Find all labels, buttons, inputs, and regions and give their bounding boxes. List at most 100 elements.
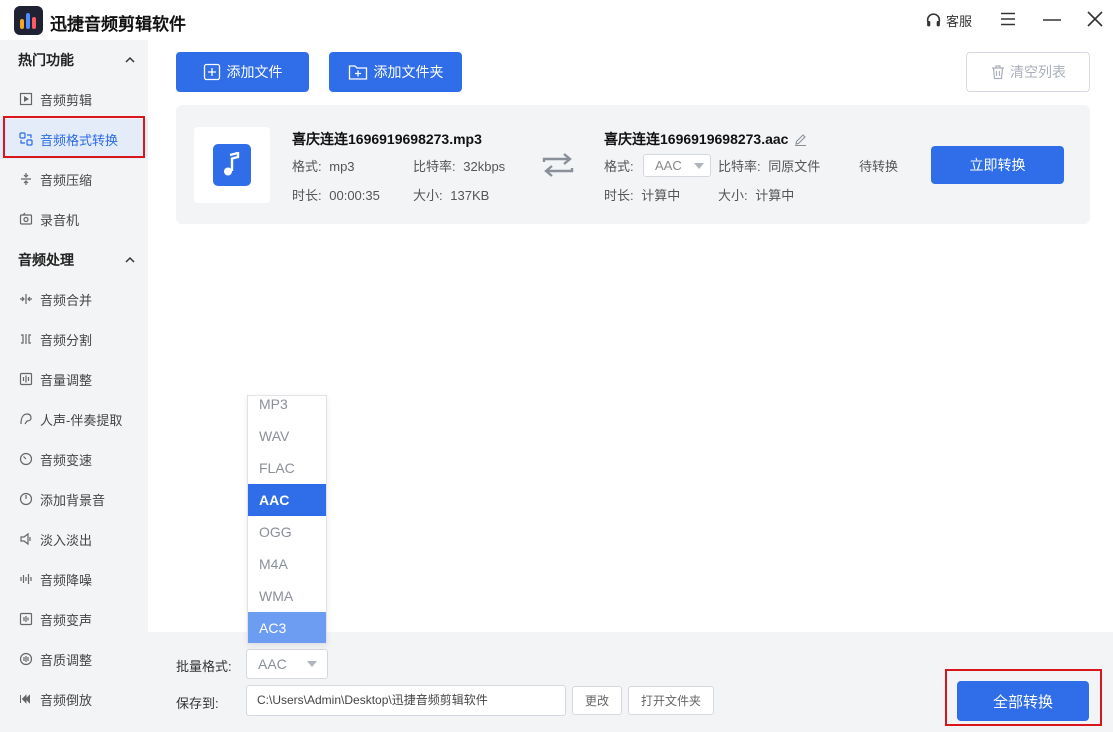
voice-change-icon xyxy=(18,611,34,627)
sidebar-item-reverse[interactable]: 音频倒放 xyxy=(0,679,148,719)
size-label: 大小: xyxy=(718,188,748,203)
format-value: mp3 xyxy=(329,159,355,174)
status-text: 待转换 xyxy=(859,159,899,174)
duration-value: 00:00:35 xyxy=(329,188,380,203)
sidebar-item-label: 添加背景音 xyxy=(40,492,106,508)
add-file-button[interactable]: 添加文件 xyxy=(176,52,309,92)
change-path-label: 更改 xyxy=(584,694,609,708)
customer-service-label: 客服 xyxy=(946,14,973,29)
clear-list-label: 清空列表 xyxy=(1010,64,1066,80)
target-format-label: 格式: xyxy=(604,159,634,174)
format-option-ogg[interactable]: OGG xyxy=(248,516,326,548)
open-folder-button[interactable]: 打开文件夹 xyxy=(628,686,714,715)
target-format-select[interactable]: AAC xyxy=(643,154,711,177)
sidebar-item-label: 音质调整 xyxy=(40,652,93,668)
bitrate-label: 比特率: xyxy=(718,159,761,174)
source-bitrate: 比特率: 32kbps xyxy=(413,156,505,175)
chevron-up-icon xyxy=(125,256,135,263)
sidebar-item-audio-cut[interactable]: 音频剪辑 xyxy=(0,79,148,119)
bitrate-label: 比特率: xyxy=(413,159,456,174)
sidebar-item-label: 音频格式转换 xyxy=(40,132,119,148)
bitrate-value: 同原文件 xyxy=(768,159,821,174)
duration-label: 时长: xyxy=(604,188,634,203)
speed-icon xyxy=(18,451,34,467)
sidebar-item-vocal-extract[interactable]: 人声-伴奏提取 xyxy=(0,399,148,439)
size-label: 大小: xyxy=(413,188,443,203)
add-folder-icon xyxy=(348,65,367,80)
sidebar-item-recorder[interactable]: 录音机 xyxy=(0,199,148,239)
target-format-value: AAC xyxy=(655,158,682,173)
batch-format-select[interactable]: AAC xyxy=(246,649,328,679)
convert-arrows-icon xyxy=(542,153,574,177)
format-convert-icon xyxy=(18,131,34,147)
sidebar-item-label: 音频合并 xyxy=(40,292,93,308)
title-bar: 迅捷音频剪辑软件 客服 xyxy=(0,0,1113,40)
source-file-name: 喜庆连连1696919698273.mp3 xyxy=(292,131,482,147)
reverse-icon xyxy=(18,691,34,707)
target-bitrate: 比特率: 同原文件 xyxy=(718,156,820,175)
sidebar-section-processing[interactable]: 音频处理 xyxy=(0,240,148,280)
sidebar-item-volume[interactable]: 音量调整 xyxy=(0,359,148,399)
format-option-mp3[interactable]: MP3 xyxy=(248,396,326,420)
sidebar-item-background-music[interactable]: 添加背景音 xyxy=(0,479,148,519)
close-icon xyxy=(1087,11,1103,27)
audio-cut-icon xyxy=(18,91,34,107)
save-path-field[interactable]: C:\Users\Admin\Desktop\迅捷音频剪辑软件 xyxy=(246,685,566,716)
size-value: 计算中 xyxy=(755,188,795,203)
sidebar-item-label: 音频压缩 xyxy=(40,172,93,188)
target-file-name-row: 喜庆连连1696919698273.aac xyxy=(604,129,807,149)
vocal-extract-icon xyxy=(18,411,34,427)
close-button[interactable] xyxy=(1085,9,1109,31)
sidebar-item-fade[interactable]: 淡入淡出 xyxy=(0,519,148,559)
minimize-button[interactable] xyxy=(1041,9,1065,31)
sidebar-item-label: 录音机 xyxy=(40,212,80,228)
save-to-label: 保存到: xyxy=(176,696,219,711)
file-list-item: 喜庆连连1696919698273.mp3 格式: mp3 比特率: 32kbp… xyxy=(176,105,1090,224)
clear-list-button[interactable]: 清空列表 xyxy=(966,52,1090,92)
add-file-icon xyxy=(203,63,220,81)
sidebar-item-label: 音频剪辑 xyxy=(40,92,93,108)
menu-button[interactable] xyxy=(998,9,1022,31)
sidebar: 热门功能 音频剪辑 音频格式转换 音频压缩 录音机 音频处理 音频合并 音频分割… xyxy=(0,40,148,732)
format-option-flac[interactable]: FLAC xyxy=(248,452,326,484)
source-duration: 时长: 00:00:35 xyxy=(292,185,380,204)
sidebar-item-merge[interactable]: 音频合并 xyxy=(0,279,148,319)
open-folder-label: 打开文件夹 xyxy=(640,694,701,708)
bitrate-value: 32kbps xyxy=(463,159,506,174)
target-duration: 时长: 计算中 xyxy=(604,185,680,204)
format-option-m4a[interactable]: M4A xyxy=(248,548,326,580)
add-folder-button[interactable]: 添加文件夹 xyxy=(329,52,462,92)
convert-all-label: 全部转换 xyxy=(992,693,1053,711)
sidebar-item-split[interactable]: 音频分割 xyxy=(0,319,148,359)
format-option-wma[interactable]: WMA xyxy=(248,580,326,612)
sidebar-item-label: 音量调整 xyxy=(40,372,93,388)
sidebar-item-compress[interactable]: 音频压缩 xyxy=(0,159,148,199)
background-music-icon xyxy=(18,491,34,507)
source-size: 大小: 137KB xyxy=(413,185,489,204)
change-path-button[interactable]: 更改 xyxy=(572,686,622,715)
source-format: 格式: mp3 xyxy=(292,156,355,175)
sidebar-item-voice-change[interactable]: 音频变声 xyxy=(0,599,148,639)
app-logo xyxy=(14,6,43,35)
quality-icon xyxy=(18,651,34,667)
sidebar-item-speed[interactable]: 音频变速 xyxy=(0,439,148,479)
format-option-aac[interactable]: AAC xyxy=(248,484,326,516)
convert-all-button[interactable]: 全部转换 xyxy=(957,681,1089,721)
fade-icon xyxy=(18,531,34,547)
sidebar-section-hot[interactable]: 热门功能 xyxy=(0,40,148,80)
batch-format-value: AAC xyxy=(258,656,287,672)
headset-icon xyxy=(926,13,941,27)
sidebar-item-label: 音频倒放 xyxy=(40,692,93,708)
customer-service-button[interactable]: 客服 xyxy=(925,11,972,30)
format-option-wav[interactable]: WAV xyxy=(248,420,326,452)
sidebar-item-format-convert[interactable]: 音频格式转换 xyxy=(0,119,148,159)
volume-icon xyxy=(18,371,34,387)
edit-icon[interactable] xyxy=(794,133,807,146)
chevron-up-icon xyxy=(125,56,135,63)
sidebar-item-quality[interactable]: 音质调整 xyxy=(0,639,148,679)
convert-now-button[interactable]: 立即转换 xyxy=(931,146,1064,184)
duration-value: 计算中 xyxy=(641,188,681,203)
add-folder-label: 添加文件夹 xyxy=(373,64,444,80)
format-option-ac3[interactable]: AC3 xyxy=(248,612,326,643)
sidebar-item-denoise[interactable]: 音频降噪 xyxy=(0,559,148,599)
